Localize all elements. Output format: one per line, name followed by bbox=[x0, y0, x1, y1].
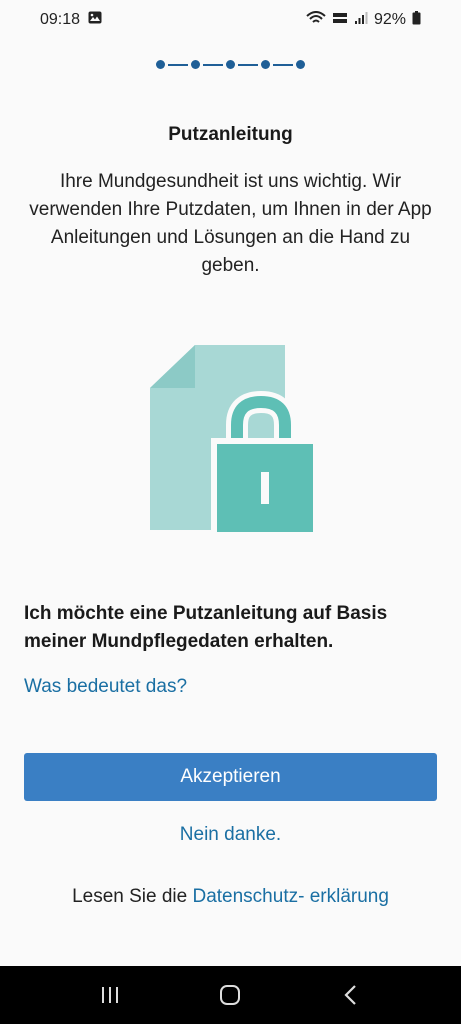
step-connector bbox=[273, 63, 293, 66]
decline-link[interactable]: Nein danke. bbox=[0, 824, 461, 846]
step-connector bbox=[238, 63, 258, 66]
status-left: 09:18 bbox=[40, 11, 102, 29]
page-title: Putzanleitung bbox=[168, 124, 293, 145]
battery-icon bbox=[412, 10, 421, 30]
intro-text: Ihre Mundgesundheit ist uns wichtig. Wir… bbox=[29, 171, 432, 276]
status-bar: 09:18 92% bbox=[0, 0, 461, 40]
home-icon[interactable] bbox=[219, 984, 241, 1006]
accept-button[interactable]: Akzeptieren bbox=[24, 753, 437, 801]
image-icon bbox=[88, 11, 102, 29]
wifi-icon bbox=[306, 10, 326, 30]
recents-icon[interactable] bbox=[100, 985, 120, 1005]
what-does-it-mean-link[interactable]: Was bedeutet das? bbox=[24, 676, 187, 698]
back-icon[interactable] bbox=[341, 984, 361, 1006]
clock: 09:18 bbox=[40, 11, 81, 28]
step-connector bbox=[168, 63, 188, 66]
document-lock-icon bbox=[145, 340, 320, 535]
lte-icon bbox=[332, 11, 348, 30]
step-dot bbox=[261, 60, 270, 69]
step-dot bbox=[226, 60, 235, 69]
battery-level: 92% bbox=[373, 11, 406, 28]
signal-icon bbox=[354, 11, 368, 30]
consent-statement: Ich möchte eine Putzanleitung auf Basis … bbox=[24, 603, 388, 652]
step-dot bbox=[296, 60, 305, 69]
progress-stepper bbox=[0, 60, 461, 69]
privacy-policy-link[interactable]: Datenschutz- erklärung bbox=[192, 886, 388, 907]
privacy-line: Lesen Sie die Datenschutz- erklärung bbox=[0, 886, 461, 908]
system-nav-bar bbox=[0, 966, 461, 1024]
step-dot bbox=[191, 60, 200, 69]
step-connector bbox=[203, 63, 223, 66]
privacy-prefix: Lesen Sie die bbox=[72, 886, 193, 907]
step-dot bbox=[156, 60, 165, 69]
status-right: 92% bbox=[306, 10, 421, 30]
